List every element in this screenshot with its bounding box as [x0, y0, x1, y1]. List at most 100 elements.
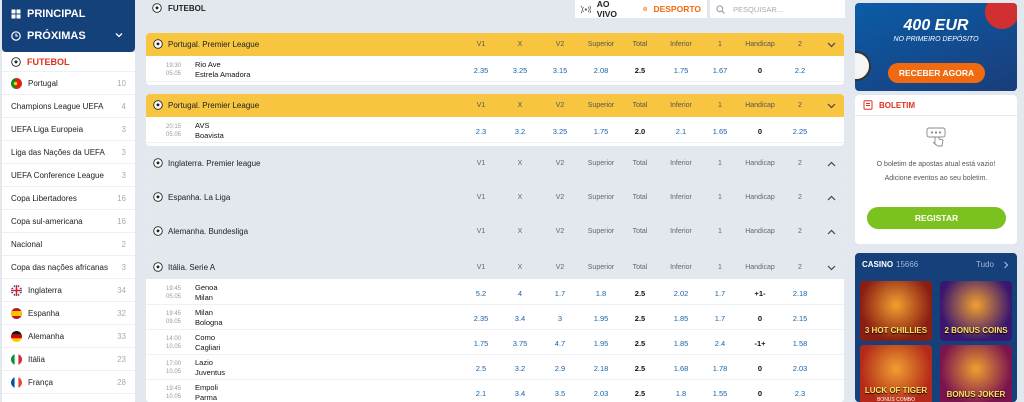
register-button[interactable]: REGISTAR: [867, 207, 1006, 229]
odds-button[interactable]: 3: [542, 314, 578, 323]
chevron-down-icon[interactable]: [827, 264, 836, 273]
casino-game-tile[interactable]: 3 HOT CHILLIES: [860, 281, 932, 341]
odds-button[interactable]: 1.95: [583, 339, 619, 348]
odds-button[interactable]: 3.2: [502, 364, 538, 373]
odds-button[interactable]: 2.3: [463, 127, 499, 136]
odds-button[interactable]: 1.75: [583, 127, 619, 136]
sport-tab-button[interactable]: DESPORTO: [637, 0, 707, 18]
sidebar-item-alemanha[interactable]: Alemanha 33: [2, 325, 135, 348]
odds-button[interactable]: 1.78: [702, 364, 738, 373]
column-header: V2: [555, 194, 565, 201]
match-row[interactable]: 19:45 10.05 Empoli Parma 2.1 3.4 3.5 2.03 2.5 1.8…: [146, 381, 844, 402]
sidebar-item-inglaterra[interactable]: Inglaterra 34: [2, 279, 135, 302]
live-button[interactable]: AO VIVO: [575, 0, 637, 19]
odds-button[interactable]: 3.5: [542, 389, 578, 398]
odds-button[interactable]: 1.95: [583, 314, 619, 323]
sidebar-item-nacional[interactable]: Nacional 2: [2, 233, 135, 256]
promo-banner[interactable]: 400 EUR NO PRIMEIRO DEPÓSITO RECEBER AGO…: [855, 3, 1017, 91]
sidebar-item-copa-sul-americana[interactable]: Copa sul-americana 16: [2, 210, 135, 233]
odds-button[interactable]: 1.8: [663, 389, 699, 398]
sidebar-item-it-lia[interactable]: Itália 23: [2, 348, 135, 371]
league-header[interactable]: Portugal. Premier League V1 X V2 Superior Tot…: [146, 33, 844, 56]
odds-button[interactable]: 3.25: [502, 66, 538, 75]
odds-button[interactable]: 1.67: [702, 66, 738, 75]
odds-button[interactable]: 3.15: [542, 66, 578, 75]
odds-button[interactable]: 4: [502, 289, 538, 298]
odds-button[interactable]: 1.85: [663, 339, 699, 348]
casino-game-tile[interactable]: LUCK OF TIGER BONUS COMBO: [860, 345, 932, 402]
odds-button[interactable]: 2.15: [782, 314, 818, 323]
casino-game-tile[interactable]: BONUS JOKER: [940, 345, 1012, 402]
match-row[interactable]: 19:45 05.05 Genoa Milan 5.2 4 1.7 1.8 2.5 2.02 1.7…: [146, 281, 844, 305]
chevron-up-icon[interactable]: [827, 194, 836, 203]
chevron-up-icon[interactable]: [827, 228, 836, 237]
odds-button[interactable]: 3.4: [502, 314, 538, 323]
sidebar-item-uefa-conference-league[interactable]: UEFA Conference League 3: [2, 164, 135, 187]
match-row[interactable]: 19:30 05.05 Rio Ave Estrela Amadora 2.35 3.25…: [146, 58, 844, 82]
match-row[interactable]: 20:15 05.05 AVS Boavista 2.3 3.2 3.25 1.75 2.0 2.…: [146, 119, 844, 143]
odds-button[interactable]: 1.68: [663, 364, 699, 373]
odds-button[interactable]: 2.03: [583, 389, 619, 398]
league-header[interactable]: Inglaterra. Premier league V1 X V2 Superior T…: [146, 152, 844, 175]
odds-button[interactable]: 2.35: [463, 314, 499, 323]
odds-button[interactable]: 2.18: [782, 289, 818, 298]
search-input[interactable]: PESQUISAR...: [710, 0, 845, 18]
odds-button[interactable]: 1.58: [782, 339, 818, 348]
odds-button[interactable]: 2.08: [583, 66, 619, 75]
odds-button[interactable]: 2.9: [542, 364, 578, 373]
odds-button[interactable]: 3.4: [502, 389, 538, 398]
odds-button[interactable]: 1.75: [663, 66, 699, 75]
casino-game-tile[interactable]: 2 BONUS COINS: [940, 281, 1012, 341]
odds-button[interactable]: 4.7: [542, 339, 578, 348]
odds-button[interactable]: 1.55: [702, 389, 738, 398]
odds-button[interactable]: 1.65: [702, 127, 738, 136]
odds-button[interactable]: 2.03: [782, 364, 818, 373]
casino-all-link[interactable]: Tudo: [976, 260, 994, 269]
sidebar-item-liga-das-na-es-da-uefa[interactable]: Liga das Nações da UEFA 3: [2, 141, 135, 164]
odds-button[interactable]: 3.2: [502, 127, 538, 136]
league-header[interactable]: Espanha. La Liga V1 X V2 Superior Total Inferi…: [146, 186, 844, 209]
sidebar-item-portugal[interactable]: Portugal 10: [2, 72, 135, 95]
chevron-down-icon[interactable]: [827, 41, 836, 50]
nav-principal[interactable]: PRINCIPAL: [2, 3, 135, 25]
nav-proximas[interactable]: PRÓXIMAS: [2, 25, 135, 47]
match-row[interactable]: 14:00 10.05 Como Cagliari 1.75 3.75 4.7 1.95 2.5…: [146, 331, 844, 355]
column-header: Inferior: [670, 264, 692, 271]
league-header[interactable]: Alemanha. Bundesliga V1 X V2 Superior Total In…: [146, 220, 844, 243]
sidebar-item-fran-a[interactable]: França 28: [2, 371, 135, 394]
odds-button[interactable]: 3.75: [502, 339, 538, 348]
chevron-down-icon[interactable]: [827, 102, 836, 111]
sidebar-item-espanha[interactable]: Espanha 32: [2, 302, 135, 325]
odds-button[interactable]: 2.18: [583, 364, 619, 373]
promo-button[interactable]: RECEBER AGORA: [888, 63, 985, 83]
odds-button[interactable]: 2.5: [463, 364, 499, 373]
odds-button[interactable]: 1.8: [583, 289, 619, 298]
league-header[interactable]: Portugal. Premier League V1 X V2 Superior Tot…: [146, 94, 844, 117]
odds-button[interactable]: 2.3: [782, 389, 818, 398]
sidebar-item-label: Itália: [28, 354, 45, 364]
odds-button[interactable]: 2.1: [663, 127, 699, 136]
odds-button[interactable]: 2.4: [702, 339, 738, 348]
odds-button[interactable]: 2.2: [782, 66, 818, 75]
odds-button[interactable]: 1.7: [542, 289, 578, 298]
odds-button[interactable]: 2.1: [463, 389, 499, 398]
chevron-right-icon[interactable]: [1002, 261, 1010, 269]
chevron-up-icon[interactable]: [827, 160, 836, 169]
odds-button[interactable]: 2.35: [463, 66, 499, 75]
odds-button[interactable]: 1.85: [663, 314, 699, 323]
odds-button[interactable]: 2.02: [663, 289, 699, 298]
sidebar-item-copa-das-na-es-africanas[interactable]: Copa das nações africanas 3: [2, 256, 135, 279]
odds-button[interactable]: 1.7: [702, 314, 738, 323]
league-header[interactable]: Itália. Serie A V1 X V2 Superior Total Inferio…: [146, 256, 844, 279]
odds-button[interactable]: 2.25: [782, 127, 818, 136]
odds-button[interactable]: 1.75: [463, 339, 499, 348]
sidebar-item-copa-libertadores[interactable]: Copa Libertadores 16: [2, 187, 135, 210]
sidebar-item-champions-league-uefa[interactable]: Champions League UEFA 4: [2, 95, 135, 118]
match-row[interactable]: 19:45 09.05 Milan Bologna 2.35 3.4 3 1.95 2.5 1.8…: [146, 306, 844, 330]
sidebar-item-uefa-liga-europeia[interactable]: UEFA Liga Europeia 3: [2, 118, 135, 141]
odds-button[interactable]: 5.2: [463, 289, 499, 298]
match-row[interactable]: 17:00 10.05 Lazio Juventus 2.5 3.2 2.9 2.18 2.5 1…: [146, 356, 844, 380]
odds-button[interactable]: 3.25: [542, 127, 578, 136]
sport-header-futebol[interactable]: FUTEBOL: [2, 52, 135, 72]
odds-button[interactable]: 1.7: [702, 289, 738, 298]
